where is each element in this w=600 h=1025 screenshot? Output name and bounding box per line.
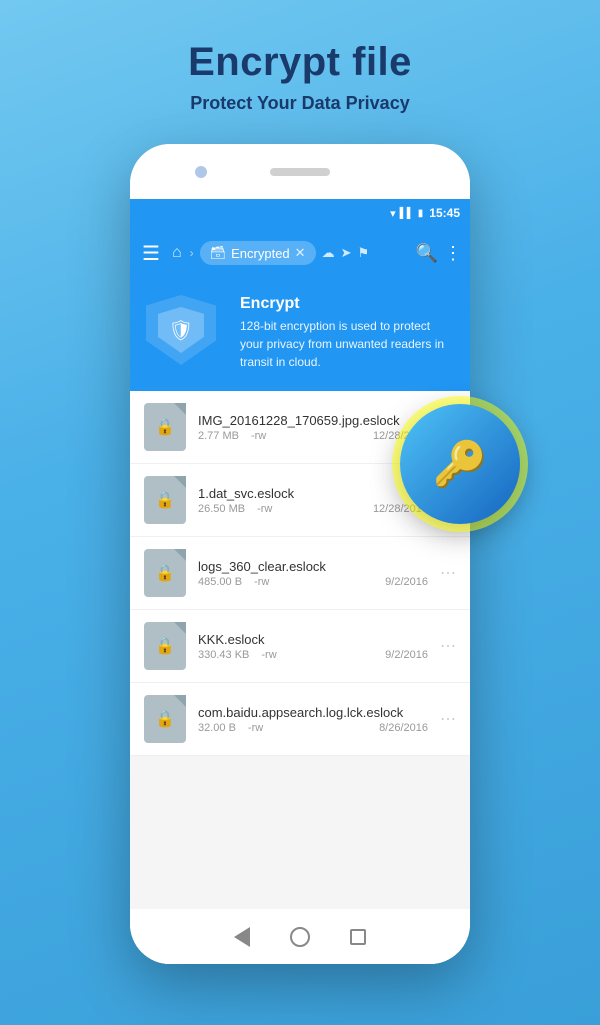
phone-screen: ▾ ▌▌ ▮ 15:45 ☰ ⌂ › 🗃 Encrypted ✕ ☁ ➤ ⚑ (130, 199, 470, 909)
file-name: IMG_20161228_170659.jpg.eslock (198, 413, 428, 428)
floating-lock-button[interactable]: 🔑 (400, 404, 520, 524)
file-name: KKK.eslock (198, 632, 428, 647)
recents-nav-button[interactable] (350, 929, 366, 945)
file-list-item[interactable]: 🔒 logs_360_clear.eslock 485.00 B -rw 9/2… (130, 537, 470, 610)
file-info: IMG_20161228_170659.jpg.eslock 2.77 MB -… (198, 413, 428, 442)
search-button[interactable]: 🔍 (416, 243, 438, 264)
breadcrumb-label: Encrypted (231, 246, 290, 261)
file-meta: 32.00 B -rw 8/26/2016 (198, 722, 428, 734)
file-lock-icon: 🔒 (155, 709, 175, 729)
file-date: 9/2/2016 (385, 649, 428, 661)
file-size: 32.00 B (198, 722, 236, 734)
file-permissions: -rw (257, 503, 272, 515)
status-icons: ▾ ▌▌ ▮ (390, 207, 423, 220)
page-subtitle: Protect Your Data Privacy (190, 93, 409, 114)
file-more-icon[interactable]: ⋯ (440, 709, 456, 729)
phone-body: ▾ ▌▌ ▮ 15:45 ☰ ⌂ › 🗃 Encrypted ✕ ☁ ➤ ⚑ (130, 144, 470, 964)
file-info: 1.dat_svc.eslock 26.50 MB -rw 12/28/2016 (198, 486, 428, 515)
file-date: 9/2/2016 (385, 576, 428, 588)
file-info: KKK.eslock 330.43 KB -rw 9/2/2016 (198, 632, 428, 661)
file-size: 330.43 KB (198, 649, 249, 661)
file-lock-icon: 🔒 (155, 636, 175, 656)
file-size: 485.00 B (198, 576, 242, 588)
file-icon: 🔒 (144, 622, 186, 670)
file-icon: 🔒 (144, 695, 186, 743)
file-name: logs_360_clear.eslock (198, 559, 428, 574)
lock-key-icon: 🔑 (433, 438, 488, 490)
breadcrumb-separator: › (190, 246, 194, 260)
file-info: com.baidu.appsearch.log.lck.eslock 32.00… (198, 705, 428, 734)
file-icon: 🔒 (144, 549, 186, 597)
phone-mockup: ▾ ▌▌ ▮ 15:45 ☰ ⌂ › 🗃 Encrypted ✕ ☁ ➤ ⚑ (130, 144, 470, 964)
status-bar: ▾ ▌▌ ▮ 15:45 (130, 199, 470, 227)
encrypt-banner: 🛡 Encrypt 128-bit encryption is used to … (130, 279, 470, 391)
file-list-item[interactable]: 🔒 KKK.eslock 330.43 KB -rw 9/2/2016 ⋯ (130, 610, 470, 683)
file-icon: 🔒 (144, 476, 186, 524)
hamburger-icon[interactable]: ☰ (138, 237, 164, 270)
chip-folder-icon: 🗃 (210, 245, 227, 261)
breadcrumb-chip[interactable]: 🗃 Encrypted ✕ (200, 241, 316, 265)
shield-lock-icon: 🛡 (168, 318, 193, 343)
signal-icon: ▌▌ (400, 208, 414, 219)
phone-speaker (270, 168, 330, 176)
more-button[interactable]: ⋮ (444, 243, 462, 264)
file-more-icon[interactable]: ⋯ (440, 636, 456, 656)
file-info: logs_360_clear.eslock 485.00 B -rw 9/2/2… (198, 559, 428, 588)
encrypt-title: Encrypt (240, 295, 454, 313)
shield-inner: 🛡 (158, 307, 204, 353)
encrypt-description: 128-bit encryption is used to protect yo… (240, 317, 454, 371)
cloud-icon[interactable]: ☁ (322, 245, 335, 261)
back-nav-button[interactable] (234, 927, 250, 947)
file-name: 1.dat_svc.eslock (198, 486, 428, 501)
phone-bottom-bar (130, 909, 470, 964)
file-meta: 26.50 MB -rw 12/28/2016 (198, 503, 428, 515)
file-size: 26.50 MB (198, 503, 245, 515)
home-nav-button[interactable] (290, 927, 310, 947)
page-title: Encrypt file (188, 40, 412, 85)
status-time: 15:45 (429, 206, 460, 220)
file-lock-icon: 🔒 (155, 563, 175, 583)
shield-bg: 🛡 (146, 295, 216, 365)
chip-close-icon[interactable]: ✕ (295, 245, 306, 261)
encrypt-text-block: Encrypt 128-bit encryption is used to pr… (240, 295, 454, 371)
app-bar: ☰ ⌂ › 🗃 Encrypted ✕ ☁ ➤ ⚑ 🔍 ⋮ (130, 227, 470, 279)
home-icon[interactable]: ⌂ (170, 242, 184, 264)
file-name: com.baidu.appsearch.log.lck.eslock (198, 705, 428, 720)
phone-top-bar (130, 144, 470, 199)
battery-icon: ▮ (418, 208, 424, 219)
file-permissions: -rw (261, 649, 276, 661)
file-lock-icon: 🔒 (155, 417, 175, 437)
file-permissions: -rw (251, 430, 266, 442)
send-icon[interactable]: ➤ (341, 245, 352, 261)
file-lock-icon: 🔒 (155, 490, 175, 510)
file-meta: 485.00 B -rw 9/2/2016 (198, 576, 428, 588)
shield-container: 🛡 (146, 295, 226, 375)
file-list-item[interactable]: 🔒 com.baidu.appsearch.log.lck.eslock 32.… (130, 683, 470, 756)
file-permissions: -rw (248, 722, 263, 734)
file-permissions: -rw (254, 576, 269, 588)
file-more-icon[interactable]: ⋯ (440, 563, 456, 583)
wifi-icon: ▾ (390, 207, 396, 220)
file-meta: 330.43 KB -rw 9/2/2016 (198, 649, 428, 661)
file-meta: 2.77 MB -rw 12/28/2016 (198, 430, 428, 442)
file-icon: 🔒 (144, 403, 186, 451)
phone-camera (195, 166, 207, 178)
bookmark-icon[interactable]: ⚑ (357, 245, 369, 261)
file-date: 8/26/2016 (379, 722, 428, 734)
file-size: 2.77 MB (198, 430, 239, 442)
